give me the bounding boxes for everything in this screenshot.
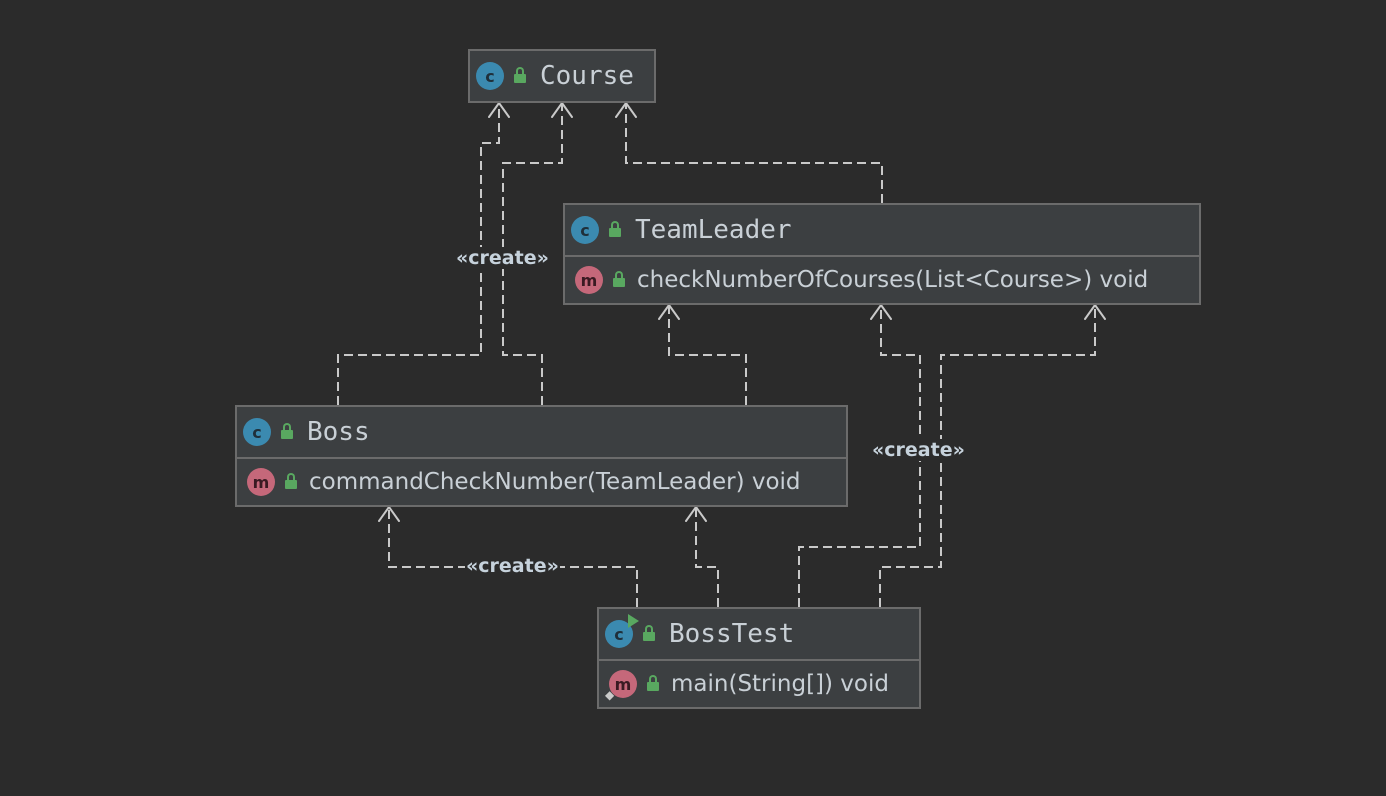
create-label-bosstest-teamleader: «create» bbox=[871, 439, 966, 461]
lock-open-icon bbox=[283, 472, 299, 492]
method-row[interactable]: m commandCheckNumber(TeamLeader) void bbox=[237, 457, 846, 505]
edge-bosstest-to-boss bbox=[695, 507, 719, 607]
class-course-header: c Course bbox=[470, 51, 654, 101]
edge-teamleader-to-course bbox=[625, 103, 883, 203]
run-icon bbox=[628, 614, 639, 628]
lock-open-icon bbox=[607, 220, 623, 240]
lock-open-icon bbox=[512, 66, 528, 86]
lock-open-icon bbox=[641, 624, 657, 644]
method-row[interactable]: m checkNumberOfCourses(List<Course>) voi… bbox=[565, 255, 1199, 303]
method-row[interactable]: m ◆ main(String[]) void bbox=[599, 659, 919, 707]
static-method-icon: m ◆ bbox=[605, 670, 637, 702]
class-course[interactable]: c Course bbox=[468, 49, 656, 103]
method-checknumberofcourses: checkNumberOfCourses(List<Course>) void bbox=[637, 267, 1149, 293]
class-icon: c bbox=[571, 216, 599, 244]
uml-class-diagram: c Course c TeamLeader m checkNumberOfCou… bbox=[0, 0, 1386, 796]
method-icon: m bbox=[247, 468, 275, 496]
create-label-bosstest-boss: «create» bbox=[465, 555, 560, 577]
runnable-class-icon: c bbox=[605, 614, 639, 648]
class-bosstest-header: c BossTest bbox=[599, 609, 919, 659]
class-teamleader[interactable]: c TeamLeader m checkNumberOfCourses(List… bbox=[563, 203, 1201, 305]
static-icon: ◆ bbox=[605, 688, 615, 702]
class-teamleader-name: TeamLeader bbox=[635, 215, 792, 245]
class-bosstest-name: BossTest bbox=[669, 619, 795, 649]
class-icon: c bbox=[243, 418, 271, 446]
class-teamleader-header: c TeamLeader bbox=[565, 205, 1199, 255]
class-boss-header: c Boss bbox=[237, 407, 846, 457]
class-boss-name: Boss bbox=[307, 417, 370, 447]
class-bosstest[interactable]: c BossTest m ◆ main(String[]) void bbox=[597, 607, 921, 709]
lock-open-icon bbox=[279, 422, 295, 442]
edge-boss-to-teamleader bbox=[668, 305, 747, 405]
class-boss[interactable]: c Boss m commandCheckNumber(TeamLeader) … bbox=[235, 405, 848, 507]
method-icon: m bbox=[575, 266, 603, 294]
class-icon: c bbox=[476, 62, 504, 90]
lock-open-icon bbox=[611, 270, 627, 290]
method-commandchecknumber: commandCheckNumber(TeamLeader) void bbox=[309, 469, 801, 495]
lock-open-icon bbox=[645, 674, 661, 694]
method-main: main(String[]) void bbox=[671, 671, 889, 697]
class-course-name: Course bbox=[540, 61, 634, 91]
create-label-boss-course: «create» bbox=[455, 247, 550, 269]
